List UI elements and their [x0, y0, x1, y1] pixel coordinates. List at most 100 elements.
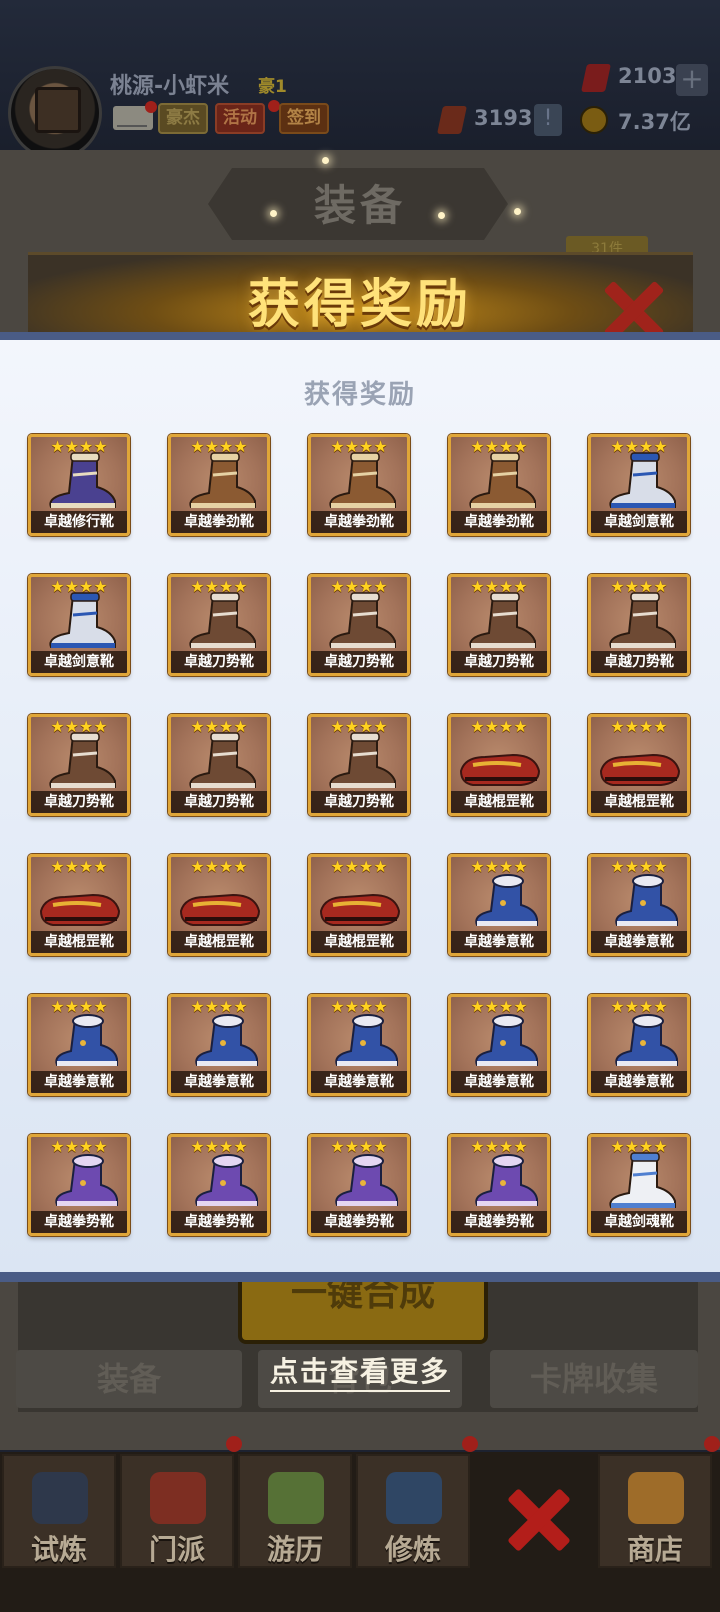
boot-icon	[49, 732, 116, 788]
popup-title: 获得奖励	[303, 380, 416, 410]
nav-item-label: 门派	[148, 1533, 205, 1566]
boot-icon	[55, 1014, 118, 1066]
reward-item-name: 卓越拳意靴	[31, 1071, 127, 1093]
boot-icon	[609, 1152, 676, 1208]
reward-item-name: 卓越拳意靴	[311, 1071, 407, 1093]
nav-item[interactable]: 门派	[120, 1454, 234, 1568]
player-name: 桃源-小虾米	[110, 74, 230, 99]
reward-item-card[interactable]: ★★★★ 卓越刀势靴	[28, 714, 130, 816]
reward-item-name: 卓越棍罡靴	[31, 931, 127, 953]
reward-item-card[interactable]: ★★★★ 卓越剑意靴	[28, 574, 130, 676]
boot-icon	[609, 452, 676, 508]
player-avatar[interactable]	[8, 66, 102, 160]
boot-icon	[475, 874, 538, 926]
reward-item-card[interactable]: ★★★★ 卓越拳意靴	[168, 994, 270, 1096]
boot-icon	[335, 1154, 398, 1206]
reward-item-name: 卓越拳势靴	[171, 1211, 267, 1233]
see-more-link[interactable]: 点击查看更多	[0, 1350, 720, 1392]
boot-icon	[319, 893, 401, 926]
reward-item-name: 卓越剑意靴	[591, 511, 687, 533]
reward-item-name: 卓越刀势靴	[451, 651, 547, 673]
reward-item-name: 卓越拳势靴	[31, 1211, 127, 1233]
info-button[interactable]: !	[534, 104, 562, 136]
reward-item-name: 卓越剑魂靴	[591, 1211, 687, 1233]
notification-dot	[145, 101, 157, 113]
hero-button[interactable]: 豪杰	[158, 103, 208, 134]
nav-item-label: 修炼	[384, 1533, 441, 1566]
sparkle	[438, 212, 445, 219]
reward-item-card[interactable]: ★★★★ 卓越拳劲靴	[448, 434, 550, 536]
reward-item-card[interactable]: ★★★★ 卓越拳意靴	[588, 854, 690, 956]
reward-item-card[interactable]: ★★★★ 卓越刀势靴	[168, 574, 270, 676]
reward-item-card[interactable]: ★★★★ 卓越棍罡靴	[168, 854, 270, 956]
reward-item-name: 卓越拳意靴	[591, 1071, 687, 1093]
nav-item[interactable]: 商店	[598, 1454, 712, 1568]
boot-icon	[55, 1154, 118, 1206]
gem-count: 2103	[618, 64, 677, 88]
reward-item-card[interactable]: ★★★★ 卓越拳势靴	[28, 1134, 130, 1236]
reward-item-card[interactable]: ★★★★ 卓越拳意靴	[28, 994, 130, 1096]
reward-item-card[interactable]: ★★★★ 卓越刀势靴	[588, 574, 690, 676]
boot-icon	[475, 1014, 538, 1066]
boot-icon	[609, 592, 676, 648]
reward-item-name: 卓越拳劲靴	[451, 511, 547, 533]
gold-count: 7.37亿	[618, 110, 691, 134]
notification-dot	[704, 1436, 720, 1452]
notification-dot	[226, 1436, 242, 1452]
treasure-chest-icon	[35, 87, 81, 133]
boot-icon	[469, 452, 536, 508]
boot-icon	[179, 893, 261, 926]
boot-icon	[49, 452, 116, 508]
reward-item-card[interactable]: ★★★★ 卓越刀势靴	[308, 714, 410, 816]
boot-icon	[39, 893, 121, 926]
reward-item-card[interactable]: ★★★★ 卓越拳意靴	[588, 994, 690, 1096]
reward-item-card[interactable]: ★★★★ 卓越刀势靴	[168, 714, 270, 816]
reward-item-card[interactable]: ★★★★ 卓越拳意靴	[448, 994, 550, 1096]
reward-item-name: 卓越拳势靴	[451, 1211, 547, 1233]
ninja-icon	[32, 1472, 88, 1524]
add-gems-button[interactable]: +	[676, 64, 708, 96]
nav-item[interactable]: 游历	[238, 1454, 352, 1568]
signin-button[interactable]: 签到	[279, 103, 329, 134]
reward-item-card[interactable]: ★★★★ 卓越拳势靴	[168, 1134, 270, 1236]
boot-icon	[195, 1154, 258, 1206]
boot-icon	[189, 452, 256, 508]
boot-icon	[195, 1014, 258, 1066]
page-title: 装备	[313, 181, 406, 230]
see-more-label[interactable]: 点击查看更多	[269, 1355, 450, 1392]
nav-item-label: 商店	[626, 1533, 683, 1566]
reward-item-card[interactable]: ★★★★ 卓越拳势靴	[448, 1134, 550, 1236]
reward-item-name: 卓越刀势靴	[171, 791, 267, 813]
reward-item-card[interactable]: ★★★★ 卓越拳劲靴	[168, 434, 270, 536]
reward-item-name: 卓越拳势靴	[311, 1211, 407, 1233]
reward-item-card[interactable]: ★★★★ 卓越棍罡靴	[588, 714, 690, 816]
reward-item-card[interactable]: ★★★★ 卓越剑魂靴	[588, 1134, 690, 1236]
nav-item[interactable]: 修炼	[356, 1454, 470, 1568]
reward-item-card[interactable]: ★★★★ 卓越拳意靴	[308, 994, 410, 1096]
nav-item-label: 游历	[266, 1533, 323, 1566]
close-icon[interactable]	[508, 1488, 570, 1550]
reward-item-card[interactable]: ★★★★ 卓越棍罡靴	[308, 854, 410, 956]
activity-button[interactable]: 活动	[215, 103, 265, 134]
reward-item-name: 卓越拳意靴	[451, 1071, 547, 1093]
reward-item-card[interactable]: ★★★★ 卓越棍罡靴	[28, 854, 130, 956]
close-icon[interactable]	[604, 280, 664, 340]
boot-icon	[329, 592, 396, 648]
reward-item-card[interactable]: ★★★★ 卓越修行靴	[28, 434, 130, 536]
reward-item-card[interactable]: ★★★★ 卓越剑意靴	[588, 434, 690, 536]
nav-item[interactable]: 试炼	[2, 1454, 116, 1568]
reward-item-name: 卓越修行靴	[31, 511, 127, 533]
reward-item-name: 卓越棍罡靴	[451, 791, 547, 813]
reward-item-card[interactable]: ★★★★ 卓越刀势靴	[308, 574, 410, 676]
reward-item-card[interactable]: ★★★★ 卓越拳意靴	[448, 854, 550, 956]
reward-item-card[interactable]: ★★★★ 卓越刀势靴	[448, 574, 550, 676]
reward-item-card[interactable]: ★★★★ 卓越拳劲靴	[308, 434, 410, 536]
reward-item-card[interactable]: ★★★★ 卓越棍罡靴	[448, 714, 550, 816]
reward-item-name: 卓越剑意靴	[31, 651, 127, 673]
reward-item-name: 卓越刀势靴	[591, 651, 687, 673]
reward-item-name: 卓越拳意靴	[171, 1071, 267, 1093]
reward-item-card[interactable]: ★★★★ 卓越拳势靴	[308, 1134, 410, 1236]
shop-icon	[628, 1472, 684, 1524]
reward-item-name: 卓越拳劲靴	[311, 511, 407, 533]
boot-icon	[335, 1014, 398, 1066]
